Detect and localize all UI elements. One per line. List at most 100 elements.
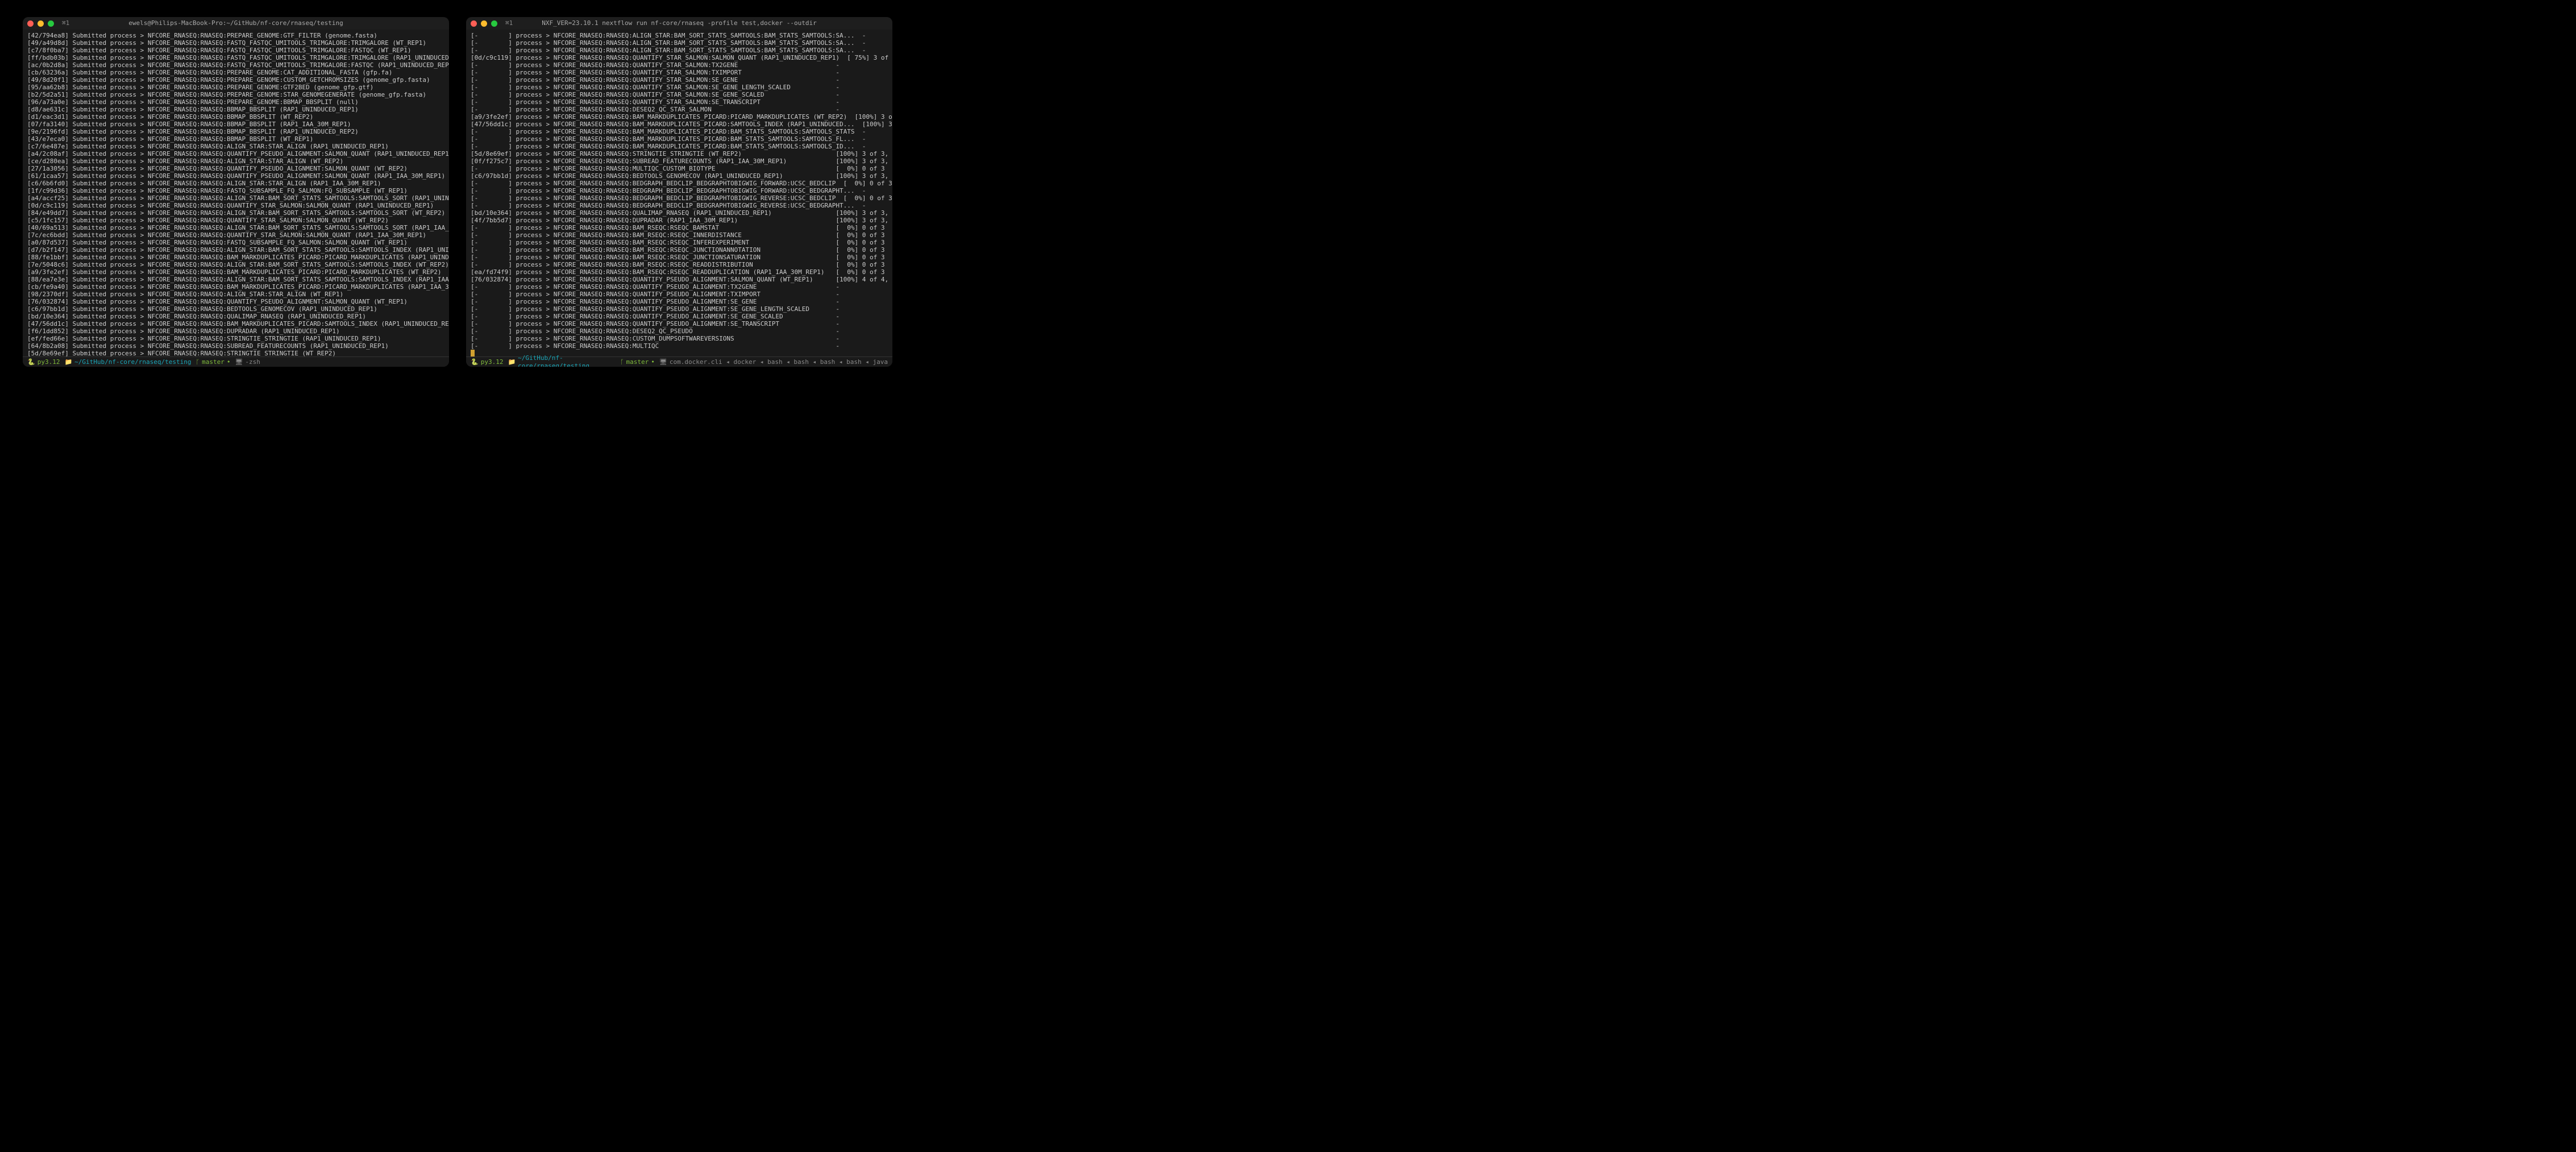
log-line: [40/69a513] Submitted process > NFCORE_R… (27, 224, 444, 231)
status-bar: 🐍 py3.12 📁 ~/GitHub/nf-core/rnaseq/testi… (23, 357, 449, 367)
log-line: [b2/5d2a51] Submitted process > NFCORE_R… (27, 91, 444, 98)
close-icon[interactable] (27, 20, 34, 27)
log-line: [- ] process > NFCORE_RNASEQ:RNASEQ:QUAN… (471, 98, 888, 106)
log-line: [- ] process > NFCORE_RNASEQ:RNASEQ:BEDG… (471, 202, 888, 209)
log-line: [- ] process > NFCORE_RNASEQ:RNASEQ:BAM_… (471, 246, 888, 254)
log-line: [ac/0b2d8a] Submitted process > NFCORE_R… (27, 61, 444, 69)
log-line: [c7/6e487e] Submitted process > NFCORE_R… (27, 143, 444, 150)
close-icon[interactable] (471, 20, 477, 27)
python-version: 🐍 py3.12 (27, 358, 60, 366)
log-line: [- ] process > NFCORE_RNASEQ:RNASEQ:BEDG… (471, 187, 888, 194)
titlebar: ⌘1 ewels@Philips-MacBook-Pro:~/GitHub/nf… (23, 17, 449, 30)
zoom-icon[interactable] (48, 20, 54, 27)
log-line: [- ] process > NFCORE_RNASEQ:RNASEQ:QUAN… (471, 69, 888, 76)
log-line: [49/8d20f1] Submitted process > NFCORE_R… (27, 76, 444, 84)
log-line: [1f/c99d36] Submitted process > NFCORE_R… (27, 187, 444, 194)
status-bar: 🐍 py3.12 📁 ~/GitHub/nf-core/rnaseq/testi… (466, 357, 892, 367)
python-version: 🐍 py3.12 (471, 358, 503, 366)
log-line: [76/032874] Submitted process > NFCORE_R… (27, 298, 444, 305)
log-line: [ff/bdb03b] Submitted process > NFCORE_R… (27, 54, 444, 61)
log-line: [- ] process > NFCORE_RNASEQ:RNASEQ:QUAN… (471, 84, 888, 91)
log-line: [a9/3fe2ef] process > NFCORE_RNASEQ:RNAS… (471, 113, 888, 121)
log-line: [4f/7bb5d7] process > NFCORE_RNASEQ:RNAS… (471, 217, 888, 224)
log-line: [- ] process > NFCORE_RNASEQ:RNASEQ:CUST… (471, 335, 888, 342)
terminal-left[interactable]: ⌘1 ewels@Philips-MacBook-Pro:~/GitHub/nf… (23, 17, 449, 367)
log-line: [c6/97bb1d] Submitted process > NFCORE_R… (27, 305, 444, 313)
log-line: [- ] process > NFCORE_RNASEQ:RNASEQ:DESE… (471, 106, 888, 113)
tab-index: ⌘1 (62, 19, 69, 27)
shell-name: 🖥 -zsh (235, 358, 260, 366)
log-line: [0f/f275c7] process > NFCORE_RNASEQ:RNAS… (471, 158, 888, 165)
log-line: [84/e49dd7] Submitted process > NFCORE_R… (27, 209, 444, 217)
window-title: NXF_VER=23.10.1 nextflow run nf-core/rna… (466, 19, 892, 27)
minimize-icon[interactable] (481, 20, 487, 27)
log-line: [- ] process > NFCORE_RNASEQ:RNASEQ:QUAN… (471, 298, 888, 305)
log-line: [- ] process > NFCORE_RNASEQ:RNASEQ:DESE… (471, 328, 888, 335)
log-line: [7c/ec6bdd] Submitted process > NFCORE_R… (27, 231, 444, 239)
log-line: [- ] process > NFCORE_RNASEQ:RNASEQ:ALIG… (471, 47, 888, 54)
log-line: [- ] process > NFCORE_RNASEQ:RNASEQ:BAM_… (471, 135, 888, 143)
cwd-path: 📁 ~/GitHub/nf-core/rnaseq/testing (508, 354, 615, 367)
log-line: [- ] process > NFCORE_RNASEQ:RNASEQ:BAM_… (471, 254, 888, 261)
log-line: [43/e7eca0] Submitted process > NFCORE_R… (27, 135, 444, 143)
log-line: [a0/87d537] Submitted process > NFCORE_R… (27, 239, 444, 246)
log-line: [f6/1dd852] Submitted process > NFCORE_R… (27, 328, 444, 335)
terminal-right[interactable]: ⌘1 NXF_VER=23.10.1 nextflow run nf-core/… (466, 17, 892, 367)
log-line: [- ] process > NFCORE_RNASEQ:RNASEQ:BAM_… (471, 261, 888, 268)
log-line: [- ] process > NFCORE_RNASEQ:RNASEQ:ALIG… (471, 39, 888, 47)
log-line: [- ] process > NFCORE_RNASEQ:RNASEQ:BAM_… (471, 143, 888, 150)
log-line: [76/032874] process > NFCORE_RNASEQ:RNAS… (471, 276, 888, 283)
log-line: [c6/97bb1d] process > NFCORE_RNASEQ:RNAS… (471, 172, 888, 180)
git-branch: ᚴ master • (620, 358, 655, 366)
log-line: [64/8b2a08] Submitted process > NFCORE_R… (27, 342, 444, 350)
log-line: [7e/5048c6] Submitted process > NFCORE_R… (27, 261, 444, 268)
minimize-icon[interactable] (38, 20, 44, 27)
log-line: [49/a49d8d] Submitted process > NFCORE_R… (27, 39, 444, 47)
log-line: [d7/b2f147] Submitted process > NFCORE_R… (27, 246, 444, 254)
terminal-output[interactable]: [42/794ea8] Submitted process > NFCORE_R… (23, 30, 449, 357)
log-line: [96/a73a0e] Submitted process > NFCORE_R… (27, 98, 444, 106)
log-line: [5d/8e69ef] process > NFCORE_RNASEQ:RNAS… (471, 150, 888, 158)
zoom-icon[interactable] (491, 20, 497, 27)
log-line: [88/ea7e3e] Submitted process > NFCORE_R… (27, 276, 444, 283)
log-line: [47/56dd1c] Submitted process > NFCORE_R… (27, 320, 444, 328)
terminal-output[interactable]: [- ] process > NFCORE_RNASEQ:RNASEQ:ALIG… (466, 30, 892, 357)
log-line: [- ] process > NFCORE_RNASEQ:RNASEQ:QUAN… (471, 283, 888, 291)
log-line: [9e/2196fd] Submitted process > NFCORE_R… (27, 128, 444, 135)
log-line: [ce/d280ea] Submitted process > NFCORE_R… (27, 158, 444, 165)
log-line: [bd/10e364] process > NFCORE_RNASEQ:RNAS… (471, 209, 888, 217)
log-line: [d1/eac3d1] Submitted process > NFCORE_R… (27, 113, 444, 121)
log-line: [ea/fd74f9] process > NFCORE_RNASEQ:RNAS… (471, 268, 888, 276)
log-line: [- ] process > NFCORE_RNASEQ:RNASEQ:MULT… (471, 165, 888, 172)
log-line: [ef/fed66e] Submitted process > NFCORE_R… (27, 335, 444, 342)
log-line: [a9/3fe2ef] Submitted process > NFCORE_R… (27, 268, 444, 276)
log-line: [- ] process > NFCORE_RNASEQ:RNASEQ:QUAN… (471, 313, 888, 320)
log-line: [c5/1fc157] Submitted process > NFCORE_R… (27, 217, 444, 224)
log-line: [- ] process > NFCORE_RNASEQ:RNASEQ:QUAN… (471, 61, 888, 69)
cursor (471, 350, 475, 357)
log-line: [27/1a3056] Submitted process > NFCORE_R… (27, 165, 444, 172)
titlebar: ⌘1 NXF_VER=23.10.1 nextflow run nf-core/… (466, 17, 892, 30)
log-line: [61/1caa57] Submitted process > NFCORE_R… (27, 172, 444, 180)
log-line: [- ] process > NFCORE_RNASEQ:RNASEQ:BEDG… (471, 194, 888, 202)
log-line: [- ] process > NFCORE_RNASEQ:RNASEQ:BAM_… (471, 128, 888, 135)
log-line: [d8/ae631c] Submitted process > NFCORE_R… (27, 106, 444, 113)
window-title: ewels@Philips-MacBook-Pro:~/GitHub/nf-co… (23, 19, 449, 27)
log-line: [- ] process > NFCORE_RNASEQ:RNASEQ:MULT… (471, 342, 888, 350)
traffic-lights (27, 20, 54, 27)
log-line: [- ] process > NFCORE_RNASEQ:RNASEQ:BAM_… (471, 239, 888, 246)
log-line: [cb/63236a] Submitted process > NFCORE_R… (27, 69, 444, 76)
log-line: [88/fe1bbf] Submitted process > NFCORE_R… (27, 254, 444, 261)
log-line: [- ] process > NFCORE_RNASEQ:RNASEQ:QUAN… (471, 291, 888, 298)
log-line: [c7/8f0ba7] Submitted process > NFCORE_R… (27, 47, 444, 54)
log-line: [0d/c9c119] process > NFCORE_RNASEQ:RNAS… (471, 54, 888, 61)
log-line: [07/fa3140] Submitted process > NFCORE_R… (27, 121, 444, 128)
log-line: [cb/fe9a40] Submitted process > NFCORE_R… (27, 283, 444, 291)
log-line: [0d/c9c119] Submitted process > NFCORE_R… (27, 202, 444, 209)
log-line: [- ] process > NFCORE_RNASEQ:RNASEQ:QUAN… (471, 320, 888, 328)
log-line: [98/2370df] Submitted process > NFCORE_R… (27, 291, 444, 298)
log-line: [5d/8e69ef] Submitted process > NFCORE_R… (27, 350, 444, 357)
log-line: [95/aa62b8] Submitted process > NFCORE_R… (27, 84, 444, 91)
log-line: [c6/6b6fd0] Submitted process > NFCORE_R… (27, 180, 444, 187)
log-line: [- ] process > NFCORE_RNASEQ:RNASEQ:BAM_… (471, 231, 888, 239)
